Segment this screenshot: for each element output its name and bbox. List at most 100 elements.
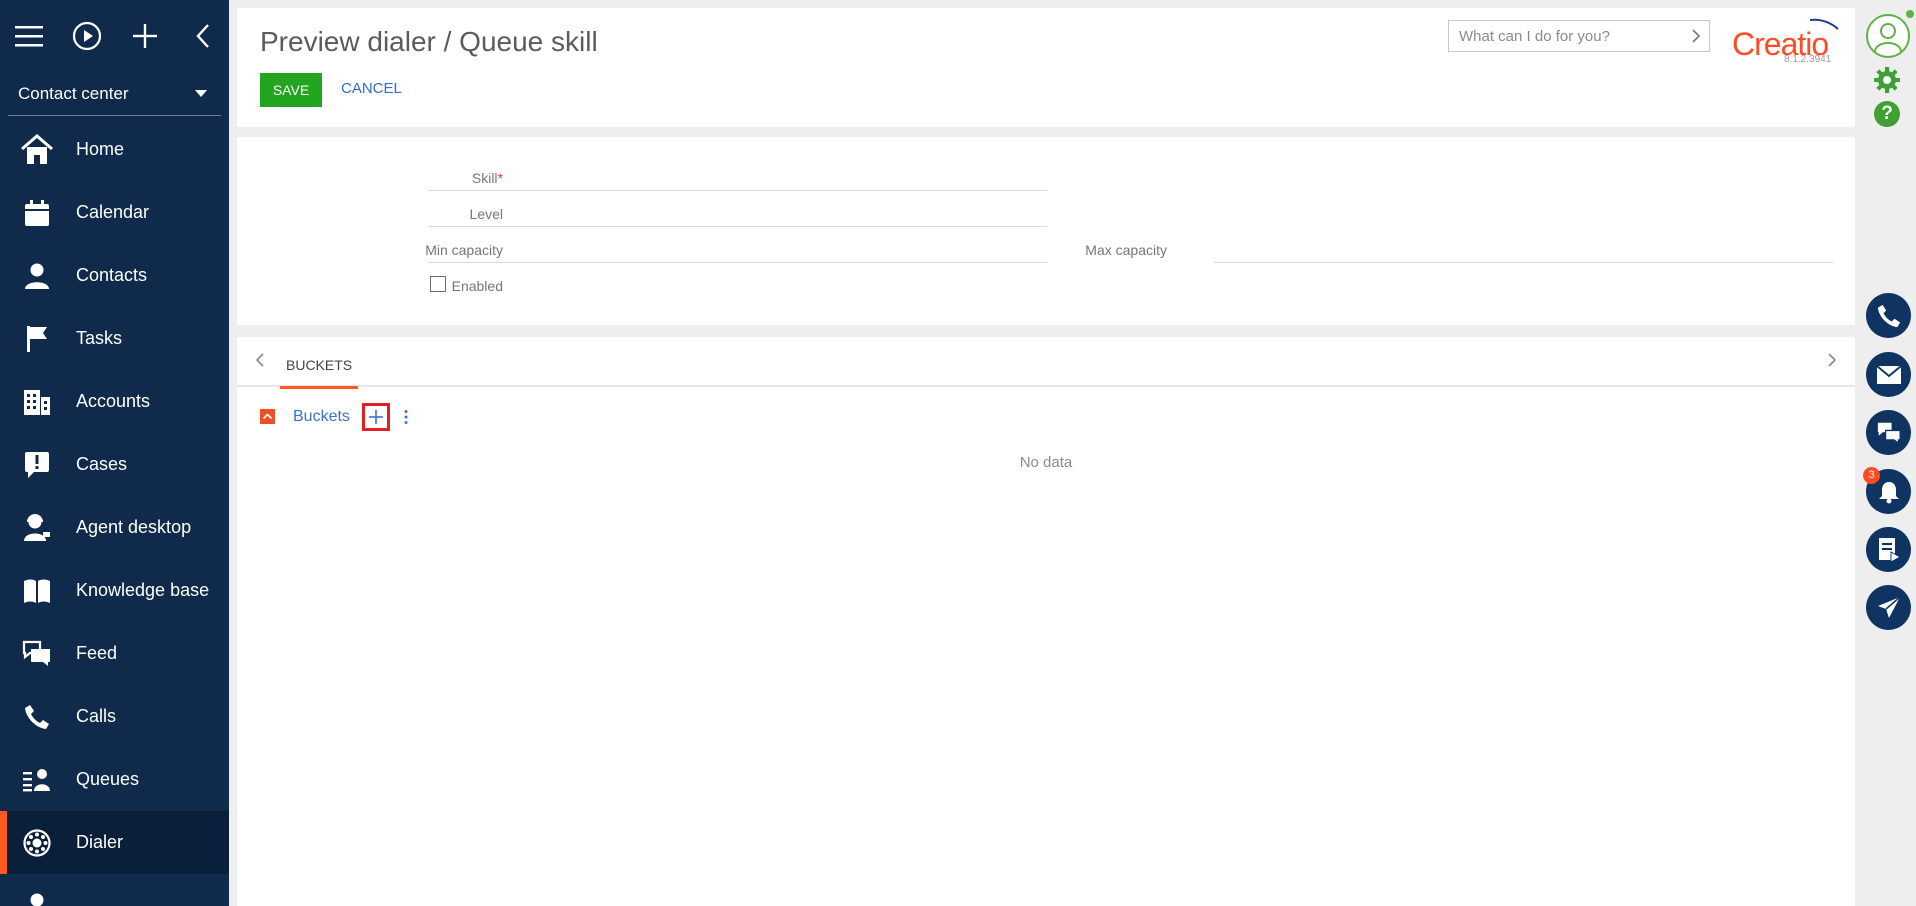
sidebar-item-cases[interactable]: Cases bbox=[0, 433, 229, 496]
max-capacity-label: Max capacity bbox=[1085, 242, 1167, 258]
email-button[interactable] bbox=[1866, 352, 1911, 397]
calendar-icon bbox=[18, 194, 56, 232]
right-rail: ? 3 bbox=[1863, 0, 1916, 906]
dialer-icon bbox=[18, 824, 56, 862]
tab-bar: BUCKETS bbox=[237, 337, 1855, 389]
page-title: Preview dialer / Queue skill bbox=[260, 26, 598, 57]
online-status-dot bbox=[1906, 10, 1914, 18]
notification-badge: 3 bbox=[1863, 467, 1880, 484]
paper-plane-icon bbox=[1877, 595, 1900, 618]
empty-state-text: No data bbox=[1019, 454, 1073, 471]
enabled-label: Enabled bbox=[451, 278, 503, 294]
bell-icon bbox=[1878, 481, 1899, 503]
skill-label: Skill* bbox=[353, 170, 503, 186]
level-field[interactable] bbox=[428, 226, 1047, 227]
sidebar-item-label: Agent desktop bbox=[76, 517, 192, 537]
chat-button[interactable] bbox=[1866, 410, 1911, 455]
sidebar-item-calendar[interactable]: Calendar bbox=[0, 181, 229, 244]
play-process-icon[interactable] bbox=[72, 21, 102, 51]
cancel-button[interactable]: CANCEL bbox=[341, 80, 402, 97]
avatar[interactable] bbox=[1866, 14, 1910, 58]
feed-button[interactable] bbox=[1866, 527, 1911, 572]
sidebar-item-label: Accounts bbox=[76, 391, 151, 411]
menu-icon[interactable] bbox=[14, 21, 44, 51]
skill-label-text: Skill bbox=[471, 170, 498, 186]
enabled-checkbox[interactable] bbox=[430, 276, 446, 292]
workspace-label: Contact center bbox=[18, 83, 129, 103]
document-play-icon bbox=[1878, 537, 1901, 563]
chat-icon bbox=[18, 635, 56, 673]
collapse-sidebar-icon[interactable] bbox=[188, 21, 218, 51]
flag-icon bbox=[18, 320, 56, 358]
sidebar-item-label: Contacts bbox=[76, 265, 148, 285]
chevron-down-icon bbox=[195, 90, 207, 97]
home-icon bbox=[18, 131, 56, 169]
level-label: Level bbox=[469, 206, 503, 222]
sidebar-item-label: Tasks bbox=[76, 328, 123, 348]
sidebar-item-partial[interactable] bbox=[0, 874, 229, 906]
min-capacity-field[interactable] bbox=[428, 262, 1047, 263]
phone-icon bbox=[18, 698, 56, 736]
sidebar-item-queues[interactable]: Queues bbox=[0, 748, 229, 811]
phone-icon bbox=[1877, 304, 1900, 327]
gear-icon[interactable] bbox=[1873, 66, 1901, 99]
sidebar-nav: Home Calendar Contacts Tasks Accounts Ca… bbox=[0, 118, 229, 906]
save-button[interactable]: SAVE bbox=[260, 73, 322, 107]
sidebar-item-home[interactable]: Home bbox=[0, 118, 229, 181]
agent-icon bbox=[18, 509, 56, 547]
detail-title[interactable]: Buckets bbox=[293, 408, 350, 426]
min-capacity-label: Min capacity bbox=[425, 242, 503, 258]
cti-phone-button[interactable] bbox=[1866, 293, 1911, 338]
sidebar-item-agent-desktop[interactable]: Agent desktop bbox=[0, 496, 229, 559]
queue-icon bbox=[18, 761, 56, 799]
chat-icon bbox=[1877, 422, 1901, 445]
sidebar-item-dialer[interactable]: Dialer bbox=[0, 811, 229, 874]
required-mark: * bbox=[497, 170, 503, 186]
sidebar-item-knowledge-base[interactable]: Knowledge base bbox=[0, 559, 229, 622]
sidebar-item-label: Feed bbox=[76, 643, 118, 663]
sidebar-item-label: Queues bbox=[76, 769, 140, 789]
book-icon bbox=[18, 572, 56, 610]
skill-field[interactable] bbox=[428, 190, 1047, 191]
sidebar-item-label: Calls bbox=[76, 706, 117, 726]
send-button[interactable] bbox=[1866, 585, 1911, 630]
add-bucket-button[interactable] bbox=[362, 403, 390, 431]
contact-icon bbox=[18, 887, 56, 906]
chevron-left-icon[interactable] bbox=[255, 352, 265, 373]
left-sidebar: Contact center Home Calendar Contacts Ta… bbox=[0, 0, 229, 906]
command-line-input[interactable] bbox=[1449, 21, 1669, 51]
tabs-panel: BUCKETS Buckets No data bbox=[237, 337, 1855, 906]
chevron-right-icon[interactable] bbox=[1827, 352, 1837, 373]
command-line[interactable] bbox=[1448, 20, 1710, 52]
queue-skill-form: Skill* Level Min capacity Max capacity E… bbox=[237, 137, 1855, 325]
sidebar-item-accounts[interactable]: Accounts bbox=[0, 370, 229, 433]
sidebar-item-tasks[interactable]: Tasks bbox=[0, 307, 229, 370]
add-icon[interactable] bbox=[130, 21, 160, 51]
plus-icon bbox=[369, 410, 383, 424]
max-capacity-field[interactable] bbox=[1214, 262, 1833, 263]
sidebar-item-label: Dialer bbox=[76, 832, 124, 852]
sidebar-item-label: Calendar bbox=[76, 202, 150, 222]
workspace-selector[interactable]: Contact center bbox=[8, 72, 221, 116]
page-header: Preview dialer / Queue skill SAVE CANCEL… bbox=[237, 8, 1855, 127]
tab-buckets[interactable]: BUCKETS bbox=[280, 337, 359, 389]
sidebar-item-label: Cases bbox=[76, 454, 128, 474]
sidebar-item-contacts[interactable]: Contacts bbox=[0, 244, 229, 307]
logo-swoosh-icon bbox=[1809, 18, 1839, 30]
user-icon bbox=[1874, 23, 1902, 53]
sidebar-item-label: Home bbox=[76, 139, 125, 159]
chevron-right-icon[interactable] bbox=[1691, 28, 1701, 49]
contact-icon bbox=[18, 257, 56, 295]
collapse-detail-icon[interactable] bbox=[260, 409, 275, 424]
version-label: 8.1.2.3941 bbox=[1784, 54, 1832, 65]
sidebar-item-label: Knowledge base bbox=[76, 580, 210, 600]
sidebar-toolbar bbox=[0, 0, 229, 72]
creatio-logo: Creatio bbox=[1732, 18, 1842, 62]
case-icon bbox=[18, 446, 56, 484]
sidebar-item-calls[interactable]: Calls bbox=[0, 685, 229, 748]
envelope-icon bbox=[1875, 364, 1902, 384]
building-icon bbox=[18, 383, 56, 421]
more-options-icon[interactable] bbox=[400, 407, 412, 427]
sidebar-item-feed[interactable]: Feed bbox=[0, 622, 229, 685]
help-icon[interactable]: ? bbox=[1874, 101, 1900, 127]
